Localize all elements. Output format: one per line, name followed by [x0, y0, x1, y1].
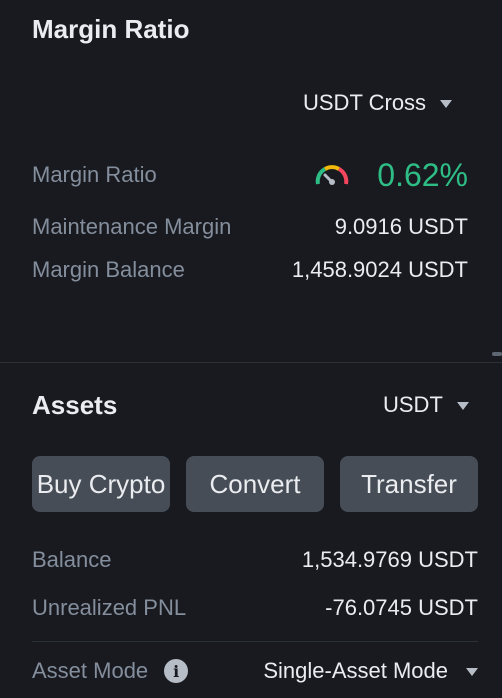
caret-down-icon — [466, 668, 478, 676]
balance-label: Balance — [32, 547, 112, 572]
maintenance-margin-row: Maintenance Margin 9.0916 USDT — [32, 212, 468, 242]
scrollbar-thumb[interactable] — [492, 352, 502, 356]
margin-ratio-title: Margin Ratio — [32, 14, 190, 44]
asset-mode-select[interactable]: Single-Asset Mode — [263, 658, 478, 684]
transfer-button[interactable]: Transfer — [340, 456, 478, 512]
assets-title: Assets — [32, 390, 118, 420]
balance-row: Balance 1,534.9769 USDT — [32, 545, 478, 575]
assets-currency-value: USDT — [383, 392, 443, 417]
margin-ratio-value: 0.62% — [377, 156, 468, 193]
margin-ratio-label: Margin Ratio — [32, 162, 157, 187]
asset-mode-value: Single-Asset Mode — [263, 658, 448, 683]
unrealized-pnl-row: Unrealized PNL -76.0745 USDT — [32, 593, 478, 623]
margin-mode-select[interactable]: USDT Cross — [303, 90, 453, 116]
balance-value: 1,534.9769 USDT — [301, 547, 478, 572]
info-icon[interactable]: i — [164, 659, 189, 683]
convert-button[interactable]: Convert — [186, 456, 324, 512]
caret-down-icon — [440, 100, 453, 108]
row-divider — [32, 641, 478, 642]
margin-mode-value: USDT Cross — [303, 90, 427, 115]
unrealized-pnl-label: Unrealized PNL — [32, 595, 187, 620]
margin-balance-value: 1,458.9024 USDT — [291, 257, 468, 282]
unrealized-pnl-value: -76.0745 USDT — [325, 595, 478, 620]
margin-assets-panel: Margin Ratio USDT Cross Margin Ratio 0.6… — [0, 0, 502, 698]
asset-mode-row: Asset Mode i Single-Asset Mode — [32, 654, 478, 688]
margin-balance-label: Margin Balance — [32, 257, 185, 282]
gauge-icon — [316, 165, 349, 185]
maintenance-margin-value: 9.0916 USDT — [334, 214, 468, 239]
margin-ratio-row: Margin Ratio 0.62% — [32, 155, 468, 195]
caret-down-icon — [456, 402, 469, 410]
buy-crypto-button[interactable]: Buy Crypto — [32, 456, 170, 512]
section-divider — [0, 362, 502, 363]
margin-balance-row: Margin Balance 1,458.9024 USDT — [32, 255, 468, 285]
assets-currency-select[interactable]: USDT — [383, 392, 469, 418]
asset-mode-label: Asset Mode — [32, 658, 149, 683]
maintenance-margin-label: Maintenance Margin — [32, 214, 232, 239]
